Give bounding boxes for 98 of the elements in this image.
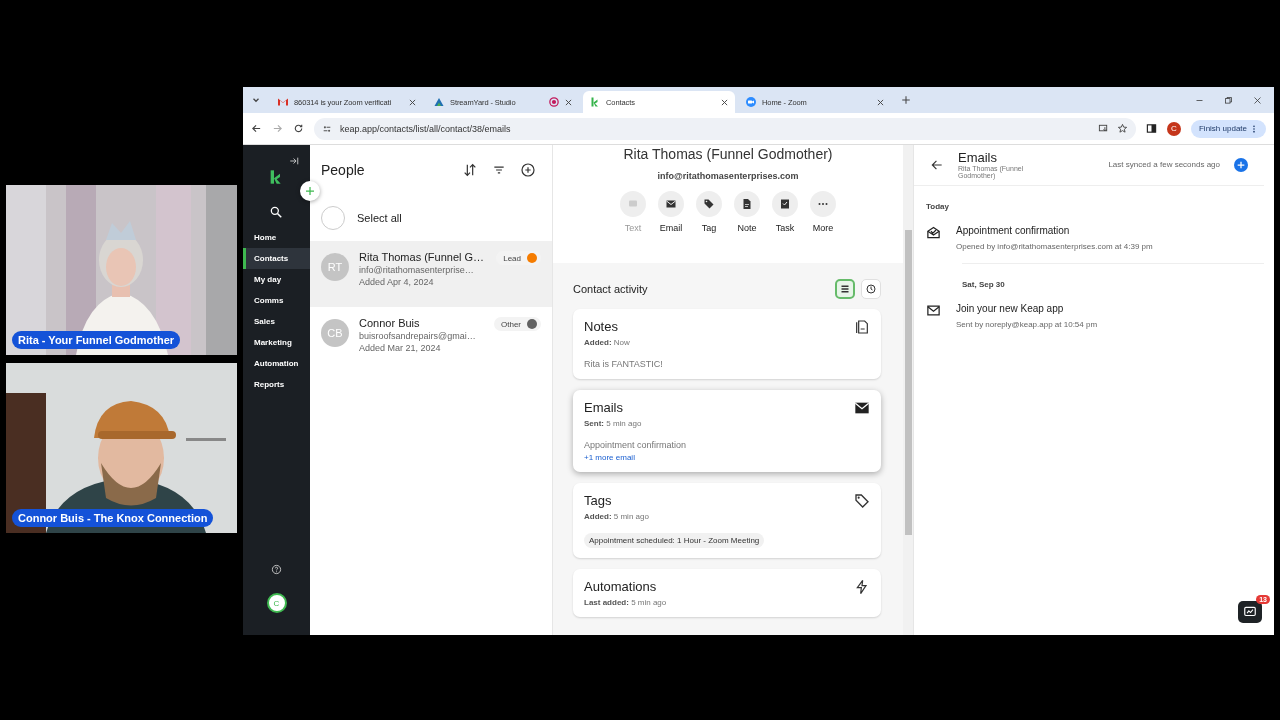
add-contact-icon[interactable] (520, 162, 536, 178)
note-icon (741, 198, 753, 210)
more-link[interactable]: +1 more email (584, 453, 635, 462)
contact-name: Rita Thomas (Funnel G… (359, 251, 486, 263)
email-subject[interactable]: Appointment confirmation (956, 225, 1153, 236)
close-icon[interactable] (564, 97, 573, 107)
restore-icon[interactable] (1224, 95, 1233, 105)
contact-row[interactable]: CB Connor Buis buisroofsandrepairs@gmai… Added Mar 21, 2024 Other (310, 307, 552, 373)
activity-card[interactable]: Automations Last added: 5 min ago (573, 569, 881, 617)
close-icon[interactable] (876, 97, 885, 107)
section-title: Contact activity (573, 283, 649, 295)
email-subject[interactable]: Join your new Keap app (956, 303, 1098, 314)
status-tag: Other (494, 317, 541, 331)
sync-status: Last synced a few seconds ago (1107, 160, 1220, 169)
participant-name: Rita - Your Funnel Godmother (12, 331, 181, 349)
panel-title: Emails (958, 150, 998, 165)
email-detail: Sent by noreply@keap.app at 10:54 pm (956, 320, 1098, 329)
nav-item[interactable]: Marketing (243, 332, 310, 353)
activity-card[interactable]: Notes Added: Now Rita is FANTASTIC! (573, 309, 881, 379)
card-title: Tags (584, 493, 612, 508)
contact-row[interactable]: RT Rita Thomas (Funnel G… info@ritathomasenterprise… Added Apr 4, 2024 Lead (310, 241, 552, 307)
star-icon[interactable] (1116, 123, 1128, 134)
side-panel-icon[interactable] (1145, 123, 1157, 134)
nav-item[interactable]: Sales (243, 311, 310, 332)
list-icon (839, 283, 851, 295)
update-button[interactable]: Finish update (1190, 119, 1266, 138)
help-icon[interactable] (271, 564, 282, 575)
card-meta: Last added: 5 min ago (584, 598, 668, 607)
sort-icon[interactable] (462, 162, 478, 178)
plus-icon (1236, 159, 1246, 170)
card-title: Emails (584, 400, 623, 415)
clock-icon (865, 283, 877, 295)
activity-card[interactable]: Tags Added: 5 min ago Appointment scheduled: 1 Hour - Zoom Meeting (573, 483, 881, 558)
participant-name: Connor Buis - The Knox Connection (12, 509, 214, 527)
nav-item[interactable]: Comms (243, 290, 310, 311)
profile-avatar[interactable]: C (1166, 121, 1181, 136)
close-icon[interactable] (1253, 95, 1262, 105)
collapse-icon[interactable] (289, 156, 299, 166)
card-meta: Added: 5 min ago (584, 512, 650, 521)
view-toggle[interactable] (835, 279, 855, 299)
contact-avatar: RT (321, 253, 349, 281)
card-meta: Added: Now (584, 338, 631, 347)
opened-envelope-icon (926, 225, 941, 240)
select-all-label[interactable]: Select all (357, 212, 402, 224)
nav-item[interactable]: My day (243, 269, 310, 290)
reload-icon[interactable] (293, 123, 304, 134)
card-title: Notes (584, 319, 618, 334)
keap-icon (589, 96, 601, 108)
date-heading: Sat, Sep 30 (962, 263, 1264, 297)
install-icon[interactable] (1097, 123, 1109, 134)
date-added: Added Apr 4, 2024 (359, 277, 435, 287)
activity-card[interactable]: Emails Sent: 5 min ago Appointment confirmation +1 more email (573, 390, 881, 472)
contact-email: info@ritathomasenterprises.com (657, 171, 799, 181)
close-icon[interactable] (408, 97, 417, 107)
date-added: Added Mar 21, 2024 (359, 343, 442, 353)
zoom-icon (745, 96, 757, 108)
filter-icon[interactable] (492, 163, 506, 177)
recording-icon (549, 97, 559, 107)
back-icon[interactable] (251, 123, 262, 134)
task-icon (779, 198, 791, 210)
email-detail: Opened by info@ritathomasenterprises.com at 4:39 pm (956, 242, 1153, 251)
tag-chip: Appointment scheduled: 1 Hour - Zoom Meeting (584, 533, 765, 548)
scrollbar[interactable] (903, 145, 913, 635)
site-info-icon[interactable] (322, 123, 332, 134)
contact-avatar: CB (321, 319, 349, 347)
contact-email: info@ritathomasenterprise… (359, 265, 475, 275)
card-meta: Sent: 5 min ago (584, 419, 643, 428)
contact-name: Connor Buis (359, 317, 421, 329)
search-icon[interactable] (269, 205, 283, 219)
contact-email: buisroofsandrepairs@gmai… (359, 331, 477, 341)
date-heading: Today (925, 201, 950, 213)
nav-item[interactable]: Automation (243, 353, 310, 374)
contact-name: Rita Thomas (Funnel Godmother) (623, 145, 833, 162)
tag-icon (854, 493, 870, 509)
chat-button[interactable] (1238, 601, 1262, 623)
new-tab-icon[interactable] (901, 95, 911, 105)
tag-icon (703, 198, 715, 210)
nav-item[interactable]: Home (243, 227, 310, 248)
more-icon (1250, 123, 1258, 134)
card-text: Appointment confirmation (584, 440, 688, 450)
nav-item[interactable]: Contacts (243, 248, 310, 269)
streamyard-icon (433, 96, 445, 108)
lightning-icon (854, 579, 870, 595)
document-icon (854, 319, 870, 335)
logo-icon[interactable] (268, 168, 284, 186)
add-button[interactable] (300, 181, 320, 201)
mail-icon (277, 96, 289, 108)
envelope-icon (665, 198, 677, 210)
chat-icon (1243, 605, 1257, 619)
message-icon (627, 198, 639, 210)
card-text: Rita is FANTASTIC! (584, 359, 664, 369)
nav-item[interactable]: Reports (243, 374, 310, 395)
plus-icon (304, 185, 316, 197)
envelope-icon (854, 400, 870, 416)
page-title: People (321, 162, 366, 178)
card-title: Automations (584, 579, 657, 594)
close-icon[interactable] (720, 97, 729, 107)
envelope-icon (926, 303, 941, 318)
